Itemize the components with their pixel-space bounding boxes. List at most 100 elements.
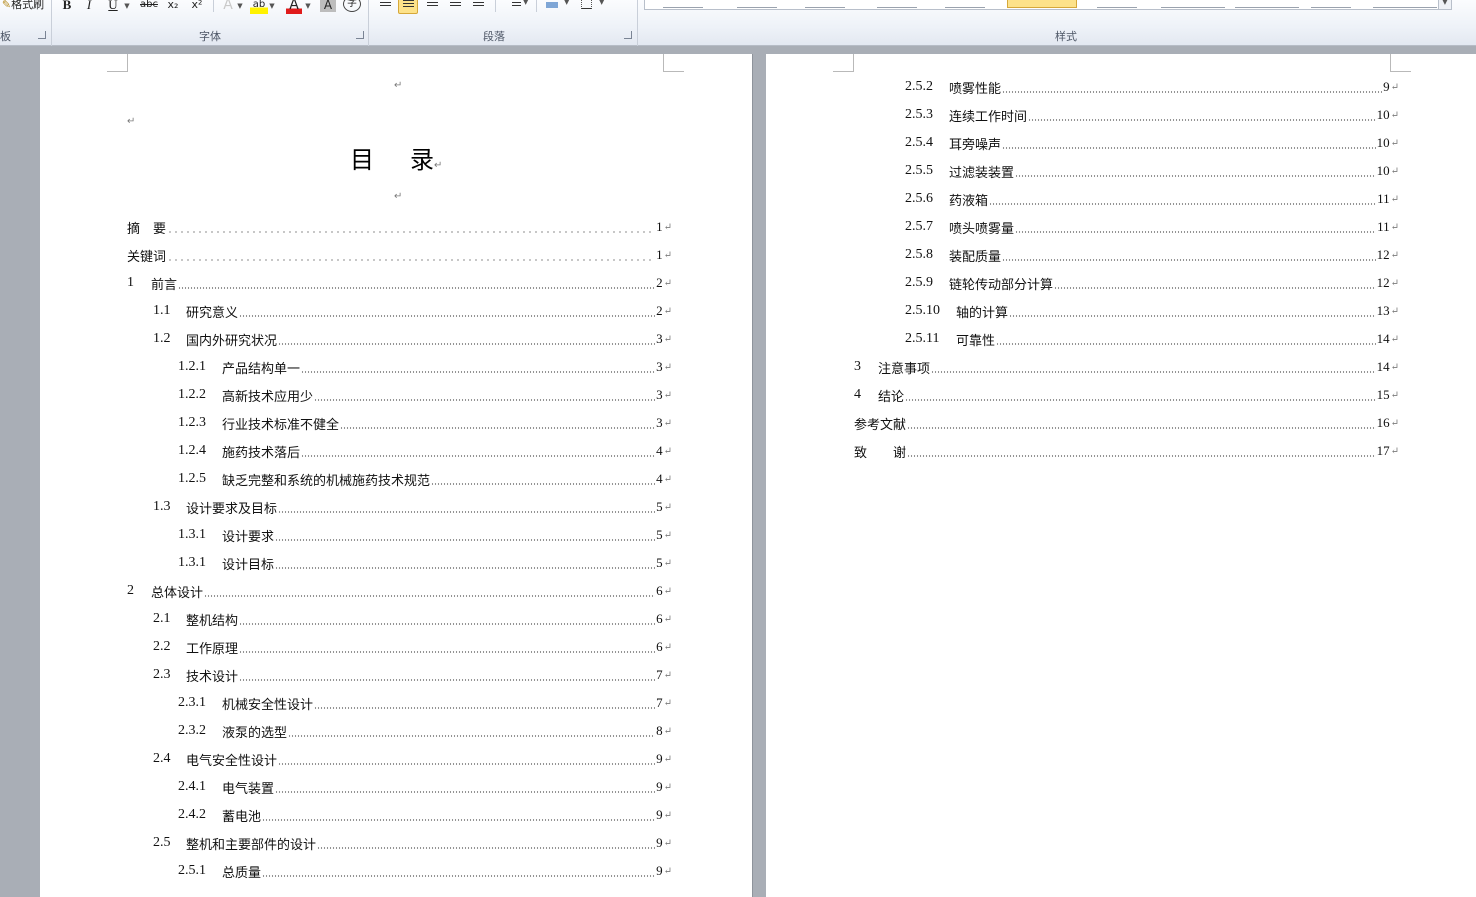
underline-button[interactable]: U (106, 0, 120, 14)
toc-entry[interactable]: 1.2.2 高新技术应用少 3 ↵ (178, 385, 672, 405)
shading-button[interactable]: ▼ (543, 0, 571, 14)
format-painter-button[interactable]: ✎格式刷 (0, 0, 46, 14)
strikethrough-button[interactable]: abc (138, 0, 160, 14)
toc-entry[interactable]: 2.4.1 电气装置 9 ↵ (178, 777, 672, 797)
toc-entry[interactable]: 关键词 1 ↵ (127, 245, 672, 265)
clipboard-dialog-launcher-icon[interactable] (38, 31, 46, 39)
toc-entry[interactable]: 2.5 整机和主要部件的设计 9 ↵ (153, 833, 672, 853)
document-page-1[interactable]: ↵ ↵ 目录↵ ↵ 摘 要 1 ↵ 关键词 1 ↵ 1 前言 2 ↵ 1.1 研究意义 2 ↵ 1.2 国内外… (40, 54, 752, 897)
toc-entry[interactable]: 1.3 设计要求及目标 5 ↵ (153, 497, 672, 517)
toc-dot-leader (262, 875, 656, 877)
toc-entry[interactable]: 2.5.7 喷头喷雾量 11 ↵ (905, 217, 1399, 237)
styles-gallery-scroll-button[interactable]: ▼ (1438, 0, 1452, 10)
toc-entry[interactable]: 1.2.5 缺乏完整和系统的机械施药技术规范 4 ↵ (178, 469, 672, 489)
style-item[interactable] (663, 0, 703, 8)
toc-entry[interactable]: 1.3.1 设计目标 5 ↵ (178, 553, 672, 573)
toc-entry[interactable]: 2.2 工作原理 6 ↵ (153, 637, 672, 657)
borders-button[interactable]: ▼ (578, 0, 606, 14)
superscript-button[interactable]: x² (188, 0, 206, 14)
toc-entry[interactable]: 2.3 技术设计 7 ↵ (153, 665, 672, 685)
styles-gallery[interactable] (644, 0, 1452, 10)
text-effects-dropdown-icon[interactable]: ▼ (236, 0, 244, 14)
styles-group-label: 样式 (1055, 30, 1077, 43)
paragraph-mark: ↵ (663, 809, 672, 821)
distributed-button[interactable] (469, 0, 489, 14)
toc-entry[interactable]: 2.5.3 连续工作时间 10 ↵ (905, 105, 1399, 125)
style-item[interactable] (1097, 0, 1137, 8)
bold-button[interactable]: B (60, 0, 74, 14)
line-spacing-button[interactable]: ▼ (502, 0, 530, 14)
paragraph-mark: ↵ (1390, 445, 1399, 457)
font-dialog-launcher-icon[interactable] (356, 31, 364, 39)
enclose-characters-button[interactable]: 字 (343, 0, 361, 12)
paragraph-mark: ↵ (663, 501, 672, 513)
toc-entry-number: 2.4.1 (178, 779, 206, 794)
toc-dot-leader (275, 567, 656, 569)
style-item[interactable] (737, 0, 777, 8)
toc-entry[interactable]: 参考文献 16 ↵ (854, 413, 1399, 433)
highlight-button[interactable]: ab (250, 0, 268, 14)
font-color-dropdown-icon[interactable]: ▼ (304, 0, 312, 14)
toc-entry[interactable]: 2.4.2 蓄电池 9 ↵ (178, 805, 672, 825)
toc-entry[interactable]: 2.4 电气安全性设计 9 ↵ (153, 749, 672, 769)
font-color-button[interactable]: A (286, 0, 302, 14)
toc-entry-page-number: 5 (656, 499, 663, 514)
toc-dot-leader (1002, 259, 1376, 261)
style-item[interactable] (1235, 0, 1299, 8)
toc-entry-page-number: 10 (1376, 163, 1390, 178)
align-left-button[interactable] (376, 0, 396, 14)
toc-entry[interactable]: 4 结论 15 ↵ (854, 385, 1399, 405)
toc-entry[interactable]: 1.2.1 产品结构单一 3 ↵ (178, 357, 672, 377)
toc-dot-leader (905, 399, 1376, 401)
paragraph-dialog-launcher-icon[interactable] (624, 31, 632, 39)
style-item[interactable] (1311, 0, 1351, 8)
toc-entry[interactable]: 1.1 研究意义 2 ↵ (153, 301, 672, 321)
toc-title: 目 录↵ (350, 140, 442, 175)
paragraph-mark: ↵ (1390, 389, 1399, 401)
document-page-2[interactable]: 2.5.2 喷雾性能 9 ↵ 2.5.3 连续工作时间 10 ↵ 2.5.4 耳旁噪声 10 ↵ 2.5… (766, 54, 1476, 897)
toc-entry[interactable]: 2 总体设计 6 ↵ (127, 581, 672, 601)
toc-entry[interactable]: 2.5.9 链轮传动部分计算 12 ↵ (905, 273, 1399, 293)
toc-entry[interactable]: 2.5.5 过滤装装置 10 ↵ (905, 161, 1399, 181)
toc-entry[interactable]: 摘 要 1 ↵ (127, 217, 672, 237)
toc-entry[interactable]: 1.2.3 行业技术标准不健全 3 ↵ (178, 413, 672, 433)
toc-entry[interactable]: 2.5.2 喷雾性能 9 ↵ (905, 77, 1399, 97)
toc-entry[interactable]: 2.3.2 液泵的选型 8 ↵ (178, 721, 672, 741)
toc-entry[interactable]: 1 前言 2 ↵ (127, 273, 672, 293)
toc-entry[interactable]: 2.3.1 机械安全性设计 7 ↵ (178, 693, 672, 713)
toc-entry-title: 轴的计算 (956, 305, 1009, 321)
toc-dot-leader (1015, 175, 1376, 177)
style-item[interactable] (1373, 0, 1437, 8)
paragraph-mark: ↵ (1390, 305, 1399, 317)
paragraph-mark: ↵ (663, 221, 672, 233)
toc-entry[interactable]: 1.2.4 施药技术落后 4 ↵ (178, 441, 672, 461)
toc-entry[interactable]: 2.5.10 轴的计算 13 ↵ (905, 301, 1399, 321)
underline-dropdown-icon[interactable]: ▼ (122, 0, 132, 14)
text-effects-button[interactable]: A (220, 0, 236, 14)
toc-entry[interactable]: 2.5.1 总质量 9 ↵ (178, 861, 672, 881)
style-item[interactable] (805, 0, 845, 8)
style-item-selected[interactable] (1007, 0, 1077, 8)
toc-entry[interactable]: 2.5.11 可靠性 14 ↵ (905, 329, 1399, 349)
toc-dot-leader (1002, 147, 1376, 149)
style-item[interactable] (945, 0, 985, 8)
toc-entry[interactable]: 3 注意事项 14 ↵ (854, 357, 1399, 377)
italic-button[interactable]: I (82, 0, 96, 14)
toc-entry-title: 缺乏完整和系统的机械施药技术规范 (222, 473, 431, 489)
style-item[interactable] (877, 0, 917, 8)
toc-entry[interactable]: 2.1 整机结构 6 ↵ (153, 609, 672, 629)
align-right-button[interactable] (423, 0, 443, 14)
toc-entry[interactable]: 2.5.6 药液箱 11 ↵ (905, 189, 1399, 209)
toc-entry[interactable]: 2.5.8 装配质量 12 ↵ (905, 245, 1399, 265)
toc-entry[interactable]: 1.2 国内外研究状况 3 ↵ (153, 329, 672, 349)
toc-entry[interactable]: 致 谢 17 ↵ (854, 441, 1399, 461)
subscript-button[interactable]: x₂ (164, 0, 182, 14)
toc-entry[interactable]: 1.3.1 设计要求 5 ↵ (178, 525, 672, 545)
toc-entry[interactable]: 2.5.4 耳旁噪声 10 ↵ (905, 133, 1399, 153)
toc-entry-title: 整机和主要部件的设计 (186, 837, 317, 853)
style-item[interactable] (1161, 0, 1225, 8)
highlight-dropdown-icon[interactable]: ▼ (268, 0, 276, 14)
character-shading-button[interactable]: A (320, 0, 336, 12)
align-center-button[interactable] (398, 0, 418, 14)
justify-button[interactable] (446, 0, 466, 14)
